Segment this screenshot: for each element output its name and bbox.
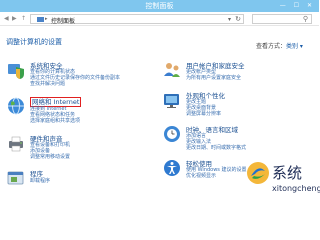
title-bar: 控制面板 — ☐ ✕ — [0, 0, 319, 12]
shield-icon — [8, 64, 24, 79]
category-network-internet[interactable]: 网络和 Internet 连接到 Internet 查看网络状态和任务 选择家庭… — [6, 96, 146, 124]
category-hardware-sound[interactable]: 硬件和声音 查看设备和打印机 添加设备 调整常用移动设置 — [6, 133, 146, 160]
category-programs[interactable]: 程序 卸载程序 — [6, 168, 146, 188]
category-clock-language[interactable]: 时钟、语言和区域 添加语言 更改输入法 更改日期、时间或数字格式 — [162, 124, 312, 151]
users-icon — [164, 63, 180, 77]
network-globe-icon — [8, 97, 24, 115]
control-panel-icon — [37, 17, 44, 22]
window-title: 控制面板 — [145, 2, 174, 10]
category-link[interactable]: 卸载程序 — [30, 177, 50, 184]
breadcrumb[interactable]: 控制面板 — [51, 16, 75, 25]
window-controls[interactable]: — ☐ ✕ — [280, 2, 315, 9]
category-link[interactable]: 选择家庭组和共享选项 — [30, 117, 80, 124]
path-separator: ▸ — [45, 16, 48, 22]
up-button[interactable]: ↑ — [21, 15, 26, 22]
address-bar[interactable]: ▸ 控制面板 ▾ ↻ — [30, 14, 244, 25]
watermark-brand: 系统 — [272, 164, 303, 182]
view-by-label: 查看方式： — [256, 43, 287, 50]
category-user-accounts[interactable]: 用户帐户和家庭安全 更改帐户类型 为所有用户设置家庭安全 — [162, 60, 312, 82]
forward-button[interactable]: ▶ — [12, 15, 17, 22]
view-by[interactable]: 查看方式：类别 ▾ — [256, 41, 303, 50]
page-title: 调整计算机的设置 — [6, 38, 62, 46]
watermark-url: xitongcheng — [272, 184, 320, 193]
back-button[interactable]: ◀ — [4, 15, 9, 22]
search-icon[interactable]: ⚲ — [303, 15, 308, 23]
category-link[interactable]: 查找并解决问题 — [30, 80, 65, 87]
ease-of-access-icon — [164, 160, 180, 176]
category-link[interactable]: 调整屏幕分辨率 — [186, 110, 221, 117]
clock-globe-icon — [164, 126, 180, 142]
category-link[interactable]: 调整常用移动设置 — [30, 153, 70, 160]
category-system-security[interactable]: 系统和安全 查看你的计算机状态 通过文件历史记录保存你的文件备份副本 查找并解决… — [6, 60, 146, 87]
category-appearance[interactable]: 外观和个性化 更改主题 更改桌面背景 调整屏幕分辨率 — [162, 90, 312, 117]
chevron-down-icon[interactable]: ▾ — [228, 16, 231, 23]
watermark-logo-icon — [247, 162, 269, 184]
search-input[interactable]: ⚲ — [252, 14, 312, 24]
refresh-button[interactable]: ↻ — [235, 15, 241, 23]
appearance-icon — [164, 94, 179, 108]
category-ease-of-access[interactable]: 轻松使用 使用 Windows 建议的设置 优化视频显示 — [162, 158, 250, 184]
view-by-value[interactable]: 类别 ▾ — [286, 43, 303, 50]
category-link[interactable]: 为所有用户设置家庭安全 — [186, 74, 241, 81]
programs-icon — [7, 171, 24, 185]
category-link[interactable]: 更改日期、时间或数字格式 — [186, 144, 246, 151]
printer-icon — [9, 136, 23, 152]
address-row: ◀ ▶ ↑ ▸ 控制面板 ▾ ↻ ⚲ — [0, 12, 319, 26]
category-link[interactable]: 优化视频显示 — [186, 172, 216, 179]
